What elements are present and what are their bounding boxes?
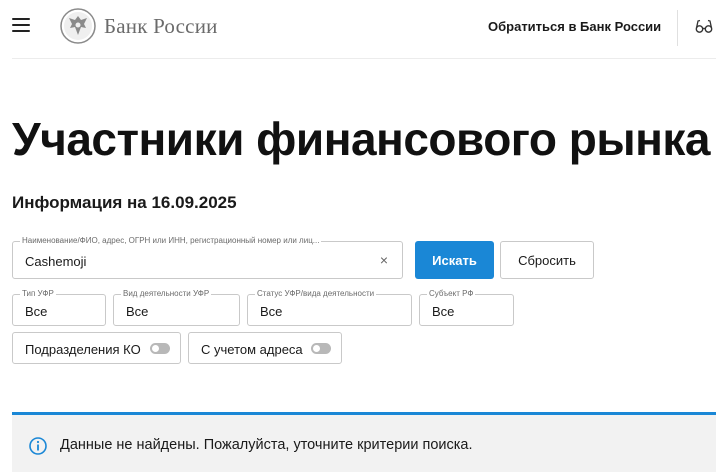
site-header: Банк России Обратиться в Банк России — [0, 0, 716, 56]
filter-type[interactable]: Тип УФР Все — [12, 289, 106, 326]
filter-status-value: Все — [260, 304, 283, 319]
search-field-label: Наименование/ФИО, адрес, ОГРН или ИНН, р… — [20, 236, 322, 245]
filter-region-label: Субъект РФ — [427, 289, 476, 298]
filter-activity[interactable]: Вид деятельности УФР Все — [113, 289, 240, 326]
filter-type-value: Все — [25, 304, 48, 319]
page-title: Участники финансового рынка — [12, 113, 711, 165]
toggle-address-switch[interactable] — [311, 343, 331, 354]
filter-region[interactable]: Субъект РФ Все — [419, 289, 514, 326]
menu-icon[interactable] — [12, 18, 30, 34]
toggle-branches-switch[interactable] — [150, 343, 170, 354]
search-input[interactable]: Cashemoji — [25, 254, 86, 269]
info-icon — [29, 437, 47, 455]
toggle-branches-label: Подразделения КО — [25, 342, 141, 357]
toggle-address-label: С учетом адреса — [201, 342, 303, 357]
no-results-notice: Данные не найдены. Пожалуйста, уточните … — [12, 412, 716, 472]
filter-type-label: Тип УФР — [20, 289, 56, 298]
glasses-icon[interactable] — [695, 18, 713, 34]
notice-text: Данные не найдены. Пожалуйста, уточните … — [60, 437, 473, 453]
contact-bank-link[interactable]: Обратиться в Банк России — [488, 19, 661, 34]
reset-button[interactable]: Сбросить — [500, 241, 594, 279]
info-date: Информация на 16.09.2025 — [12, 193, 237, 212]
clear-icon[interactable]: × — [380, 252, 388, 268]
header-divider — [677, 10, 678, 46]
toggle-address[interactable]: С учетом адреса — [188, 332, 342, 364]
filter-activity-label: Вид деятельности УФР — [121, 289, 212, 298]
header-divider-line — [12, 58, 716, 59]
filter-activity-value: Все — [126, 304, 149, 319]
filter-region-value: Все — [432, 304, 455, 319]
bank-emblem-icon[interactable] — [60, 8, 96, 44]
search-button[interactable]: Искать — [415, 241, 494, 279]
toggle-branches[interactable]: Подразделения КО — [12, 332, 181, 364]
filter-status[interactable]: Статус УФР/вида деятельности Все — [247, 289, 412, 326]
search-field[interactable]: Наименование/ФИО, адрес, ОГРН или ИНН, р… — [12, 236, 403, 279]
brand-name[interactable]: Банк России — [104, 14, 218, 39]
filter-status-label: Статус УФР/вида деятельности — [255, 289, 377, 298]
